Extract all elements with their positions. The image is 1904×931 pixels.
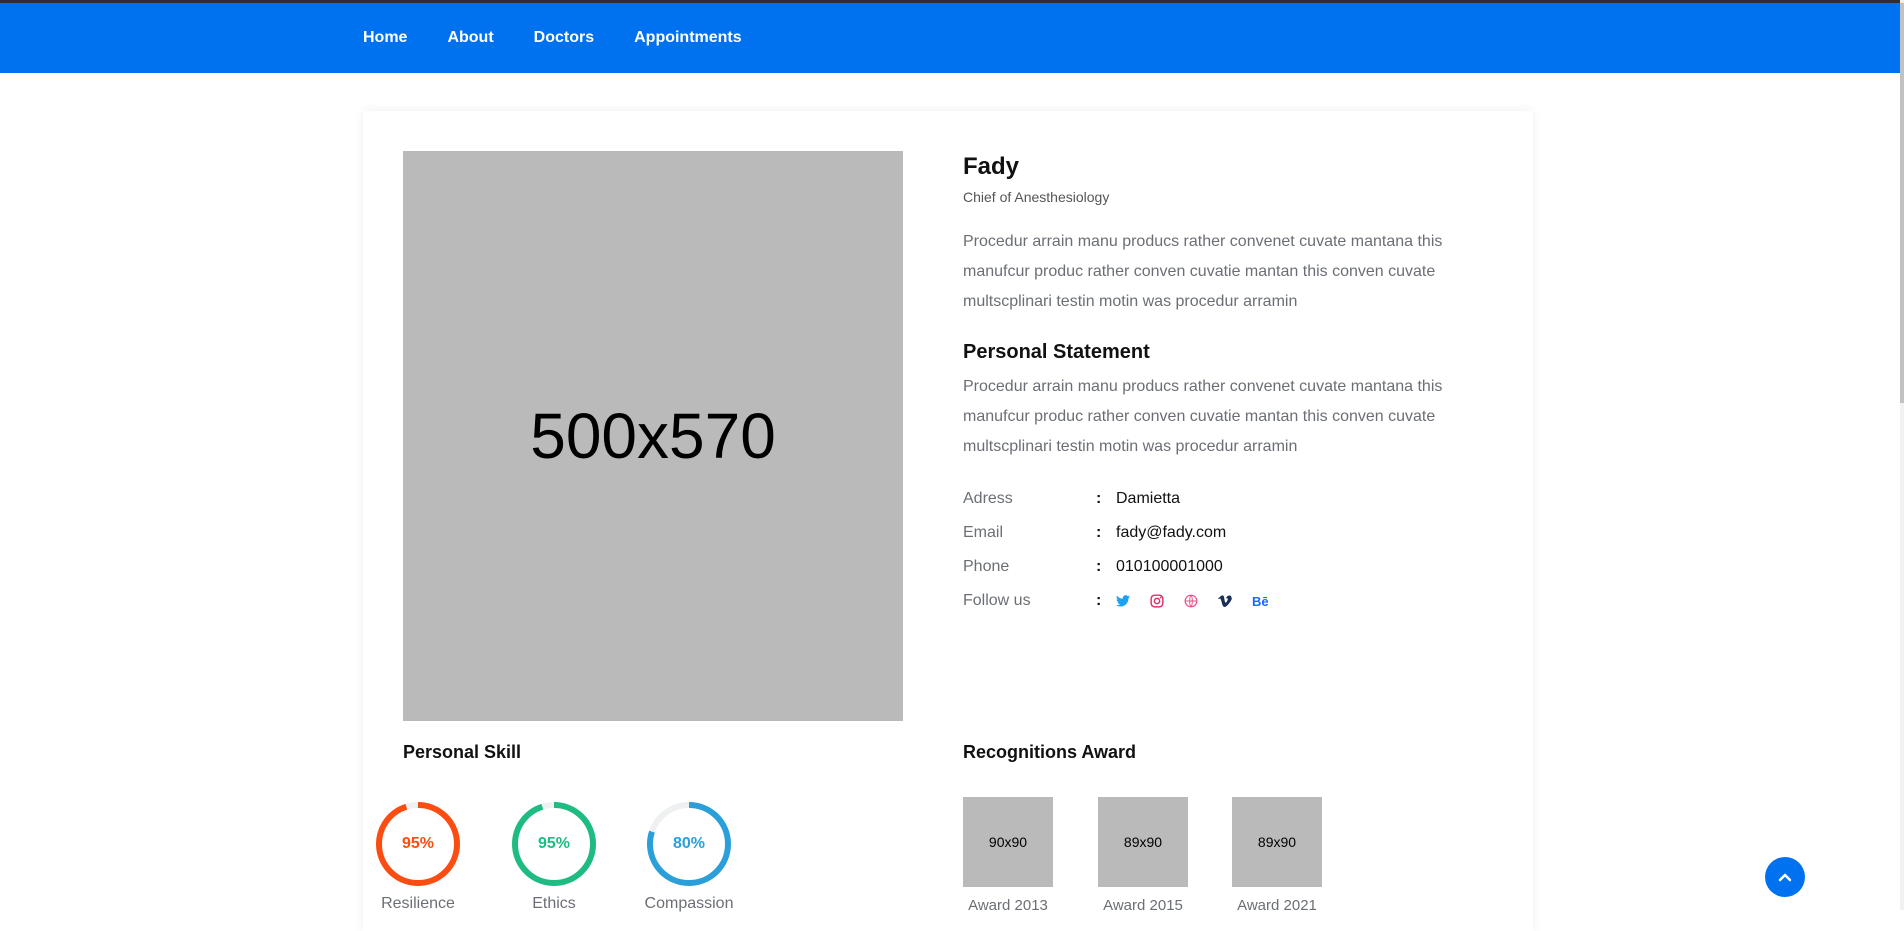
detail-label: Adress bbox=[963, 490, 1013, 507]
detail-row-address: Adress : Damietta bbox=[963, 482, 1463, 516]
doctor-info: Fady Chief of Anesthesiology Procedur ar… bbox=[963, 151, 1463, 618]
doctor-profile-card: 500x570 Fady Chief of Anesthesiology Pro… bbox=[363, 111, 1533, 931]
nav-doctors-link[interactable]: Doctors bbox=[534, 29, 594, 47]
award-item: 89x90 Award 2015 bbox=[1098, 797, 1188, 914]
detail-separator: : bbox=[1096, 592, 1102, 609]
award-item: 89x90 Award 2021 bbox=[1232, 797, 1322, 914]
detail-row-follow: Follow us : Bē bbox=[963, 584, 1463, 618]
detail-row-phone: Phone : 010100001000 bbox=[963, 550, 1463, 584]
recognitions-award-heading: Recognitions Award bbox=[963, 742, 1137, 762]
detail-separator: : bbox=[1096, 490, 1102, 507]
detail-separator: : bbox=[1096, 558, 1102, 575]
skill-ring-wrapper: 95% bbox=[504, 801, 604, 887]
doctor-photo-placeholder: 500x570 bbox=[403, 151, 903, 721]
skill-percent: 95% bbox=[537, 835, 571, 852]
detail-label: Phone bbox=[963, 558, 1010, 575]
skill-ring-wrapper: 80% bbox=[639, 801, 739, 887]
doctor-bio: Procedur arrain manu producs rather conv… bbox=[963, 233, 1443, 310]
detail-value: 010100001000 bbox=[1116, 558, 1223, 575]
detail-label: Email bbox=[963, 524, 1004, 541]
award-item: 90x90 Award 2013 bbox=[963, 797, 1053, 914]
personal-statement-text: Procedur arrain manu producs rather conv… bbox=[963, 378, 1443, 455]
detail-value: fady@fady.com bbox=[1116, 524, 1227, 541]
nav-appointments-link[interactable]: Appointments bbox=[634, 29, 742, 47]
scroll-to-top-button[interactable] bbox=[1765, 857, 1805, 897]
award-image-placeholder: 90x90 bbox=[963, 797, 1053, 887]
doctor-title: Chief of Anesthesiology bbox=[963, 189, 1110, 205]
skill-percent: 95% bbox=[401, 835, 435, 852]
skill-compassion: 80% Compassion bbox=[639, 801, 739, 913]
instagram-icon[interactable] bbox=[1150, 591, 1184, 611]
doctor-name: Fady bbox=[963, 153, 1020, 180]
scrollbar-thumb[interactable] bbox=[1900, 3, 1904, 403]
skill-label: Ethics bbox=[532, 895, 576, 912]
skill-percent: 80% bbox=[672, 835, 706, 852]
chevron-up-icon bbox=[1778, 873, 1792, 882]
skill-ring-wrapper: 95% bbox=[368, 801, 468, 887]
award-label: Award 2021 bbox=[1237, 897, 1317, 914]
behance-icon[interactable]: Bē bbox=[1252, 591, 1286, 611]
skill-resilience: 95% Resilience bbox=[368, 801, 468, 913]
detail-row-email: Email : fady@fady.com bbox=[963, 516, 1463, 550]
skill-ethics: 95% Ethics bbox=[504, 801, 604, 913]
dribbble-icon[interactable] bbox=[1184, 591, 1218, 611]
award-image-placeholder: 89x90 bbox=[1098, 797, 1188, 887]
award-image-placeholder: 89x90 bbox=[1232, 797, 1322, 887]
nav-about-link[interactable]: About bbox=[447, 29, 493, 47]
twitter-icon[interactable] bbox=[1116, 591, 1150, 611]
social-links: Bē bbox=[1116, 591, 1286, 611]
vimeo-icon[interactable] bbox=[1218, 591, 1252, 611]
detail-label: Follow us bbox=[963, 592, 1031, 609]
photo-size-label: 500x570 bbox=[530, 400, 776, 472]
contact-details: Adress : Damietta Email : fady@fady.com … bbox=[963, 482, 1463, 618]
nav-links: Home About Doctors Appointments bbox=[363, 3, 782, 73]
detail-value: Damietta bbox=[1116, 490, 1181, 507]
skill-label: Compassion bbox=[644, 895, 734, 912]
detail-separator: : bbox=[1096, 524, 1102, 541]
nav-home-link[interactable]: Home bbox=[363, 29, 407, 47]
personal-skill-heading: Personal Skill bbox=[403, 742, 522, 762]
personal-statement-heading: Personal Statement bbox=[963, 341, 1150, 363]
award-label: Award 2015 bbox=[1103, 897, 1183, 914]
skill-label: Resilience bbox=[381, 895, 455, 912]
award-label: Award 2013 bbox=[968, 897, 1048, 914]
main-navbar: Home About Doctors Appointments bbox=[0, 3, 1900, 73]
